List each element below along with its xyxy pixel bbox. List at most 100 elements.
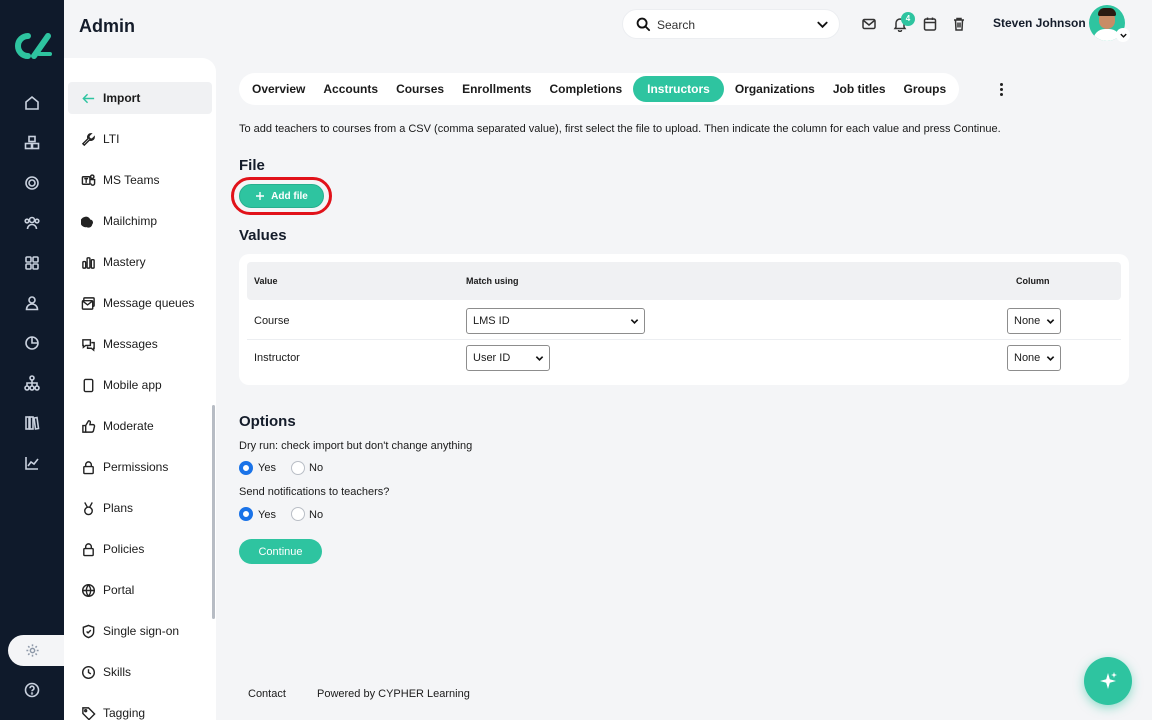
- intro-text: To add teachers to courses from a CSV (c…: [239, 123, 1001, 135]
- options-heading: Options: [239, 413, 296, 430]
- tab-job-titles[interactable]: Job titles: [826, 76, 893, 102]
- column-header-value: Value: [254, 276, 278, 286]
- wrench-icon: [80, 131, 96, 147]
- values-table: Value Match using Column Course LMS ID N…: [239, 254, 1129, 385]
- user-name[interactable]: Steven Johnson: [993, 16, 1086, 30]
- sidebar-item-messages[interactable]: Messages: [68, 328, 212, 360]
- search-label: Search: [657, 18, 696, 32]
- target-icon[interactable]: [22, 173, 42, 193]
- tab-completions[interactable]: Completions: [542, 76, 629, 102]
- sidebar-item-tagging[interactable]: Tagging: [68, 697, 212, 720]
- globe-icon: [80, 582, 96, 598]
- add-file-label: Add file: [271, 190, 308, 202]
- more-tabs-icon[interactable]: [994, 80, 1008, 98]
- page-title: Admin: [79, 16, 135, 36]
- chevron-down-icon: [630, 319, 639, 324]
- sidebar-item-policies[interactable]: Policies: [68, 533, 212, 565]
- continue-button[interactable]: Continue: [239, 539, 322, 564]
- sidebar-item-label: Mailchimp: [103, 214, 158, 228]
- message-queue-icon: [80, 295, 96, 311]
- contact-link[interactable]: Contact: [248, 688, 286, 700]
- mobile-icon: [80, 377, 96, 393]
- home-icon[interactable]: [22, 93, 42, 113]
- dry-run-no-radio[interactable]: [291, 461, 305, 475]
- sidebar-scrollbar[interactable]: [212, 405, 215, 619]
- tab-groups[interactable]: Groups: [897, 76, 954, 102]
- search-icon: [636, 17, 651, 32]
- tab-instructors[interactable]: Instructors: [633, 76, 724, 102]
- sidebar-item-mailchimp[interactable]: Mailchimp: [68, 205, 212, 237]
- arrow-left-icon: [80, 90, 96, 106]
- sidebar-item-lti[interactable]: LTI: [68, 123, 212, 155]
- plus-icon: [256, 192, 265, 200]
- sidebar-item-moderate[interactable]: Moderate: [68, 410, 212, 442]
- admin-sidebar: Import LTI MS Teams Mailchimp Mastery Me…: [64, 58, 216, 720]
- sidebar-item-skills[interactable]: Skills: [68, 656, 212, 688]
- pie-chart-icon[interactable]: [22, 333, 42, 353]
- sidebar-item-single-sign-on[interactable]: Single sign-on: [68, 615, 212, 647]
- chevron-down-icon: [1046, 356, 1055, 361]
- notify-no-radio[interactable]: [291, 507, 305, 521]
- app-logo[interactable]: [12, 30, 52, 62]
- dry-run-yes-radio[interactable]: [239, 461, 253, 475]
- org-chart-icon[interactable]: [22, 373, 42, 393]
- sidebar-item-plans[interactable]: Plans: [68, 492, 212, 524]
- row-name: Instructor: [254, 352, 300, 364]
- sidebar-item-message-queues[interactable]: Message queues: [68, 287, 212, 319]
- notify-no-label: No: [309, 509, 324, 521]
- tab-organizations[interactable]: Organizations: [728, 76, 822, 102]
- shield-icon: [80, 623, 96, 639]
- trash-icon[interactable]: [951, 16, 967, 32]
- cubes-icon[interactable]: [22, 133, 42, 153]
- sidebar-item-label: Single sign-on: [103, 624, 180, 638]
- tag-icon: [80, 705, 96, 720]
- library-icon[interactable]: [22, 413, 42, 433]
- help-icon[interactable]: [22, 680, 42, 700]
- add-file-button[interactable]: Add file: [239, 184, 324, 208]
- match-select[interactable]: User ID: [466, 345, 550, 371]
- sparkle-icon: [1100, 672, 1117, 689]
- sidebar-item-label: Mobile app: [103, 378, 162, 392]
- user-menu-chevron-icon[interactable]: [1116, 28, 1130, 42]
- bar-chart-icon: [80, 254, 96, 270]
- mail-icon[interactable]: [861, 16, 877, 32]
- chevron-down-icon[interactable]: [816, 18, 829, 31]
- powered-by-text: Powered by CYPHER Learning: [317, 688, 470, 700]
- search-box[interactable]: Search: [622, 9, 840, 39]
- thumbs-up-icon: [80, 418, 96, 434]
- chevron-down-icon: [1046, 319, 1055, 324]
- lock-icon: [80, 459, 96, 475]
- sidebar-item-mobile-app[interactable]: Mobile app: [68, 369, 212, 401]
- sidebar-item-label: Skills: [103, 665, 132, 679]
- settings-icon[interactable]: [8, 635, 68, 666]
- column-select[interactable]: None: [1007, 345, 1061, 371]
- sidebar-item-permissions[interactable]: Permissions: [68, 451, 212, 483]
- mailchimp-icon: [80, 213, 96, 229]
- chevron-down-icon: [535, 356, 544, 361]
- notify-yes-radio[interactable]: [239, 507, 253, 521]
- sidebar-item-label: Message queues: [103, 296, 195, 310]
- clock-icon: [80, 664, 96, 680]
- sidebar-item-label: LTI: [103, 132, 120, 146]
- calendar-icon[interactable]: [922, 16, 938, 32]
- tab-enrollments[interactable]: Enrollments: [455, 76, 538, 102]
- sidebar-item-portal[interactable]: Portal: [68, 574, 212, 606]
- sidebar-item-mastery[interactable]: Mastery: [68, 246, 212, 278]
- match-select[interactable]: LMS ID: [466, 308, 645, 334]
- column-header-column: Column: [1016, 276, 1050, 286]
- line-chart-icon[interactable]: [22, 453, 42, 473]
- tab-accounts[interactable]: Accounts: [316, 76, 385, 102]
- sidebar-item-import[interactable]: Import: [68, 82, 212, 114]
- dry-run-no-label: No: [309, 462, 324, 474]
- sidebar-item-ms-teams[interactable]: MS Teams: [68, 164, 212, 196]
- apps-grid-icon[interactable]: [22, 253, 42, 273]
- tab-overview[interactable]: Overview: [245, 76, 312, 102]
- ai-assistant-button[interactable]: [1084, 657, 1132, 705]
- users-icon[interactable]: [22, 213, 42, 233]
- import-tabs: Overview Accounts Courses Enrollments Co…: [239, 73, 960, 105]
- column-select[interactable]: None: [1007, 308, 1061, 334]
- user-icon[interactable]: [22, 293, 42, 313]
- sidebar-item-label: Tagging: [103, 706, 146, 720]
- tab-courses[interactable]: Courses: [389, 76, 451, 102]
- lock-icon: [80, 541, 96, 557]
